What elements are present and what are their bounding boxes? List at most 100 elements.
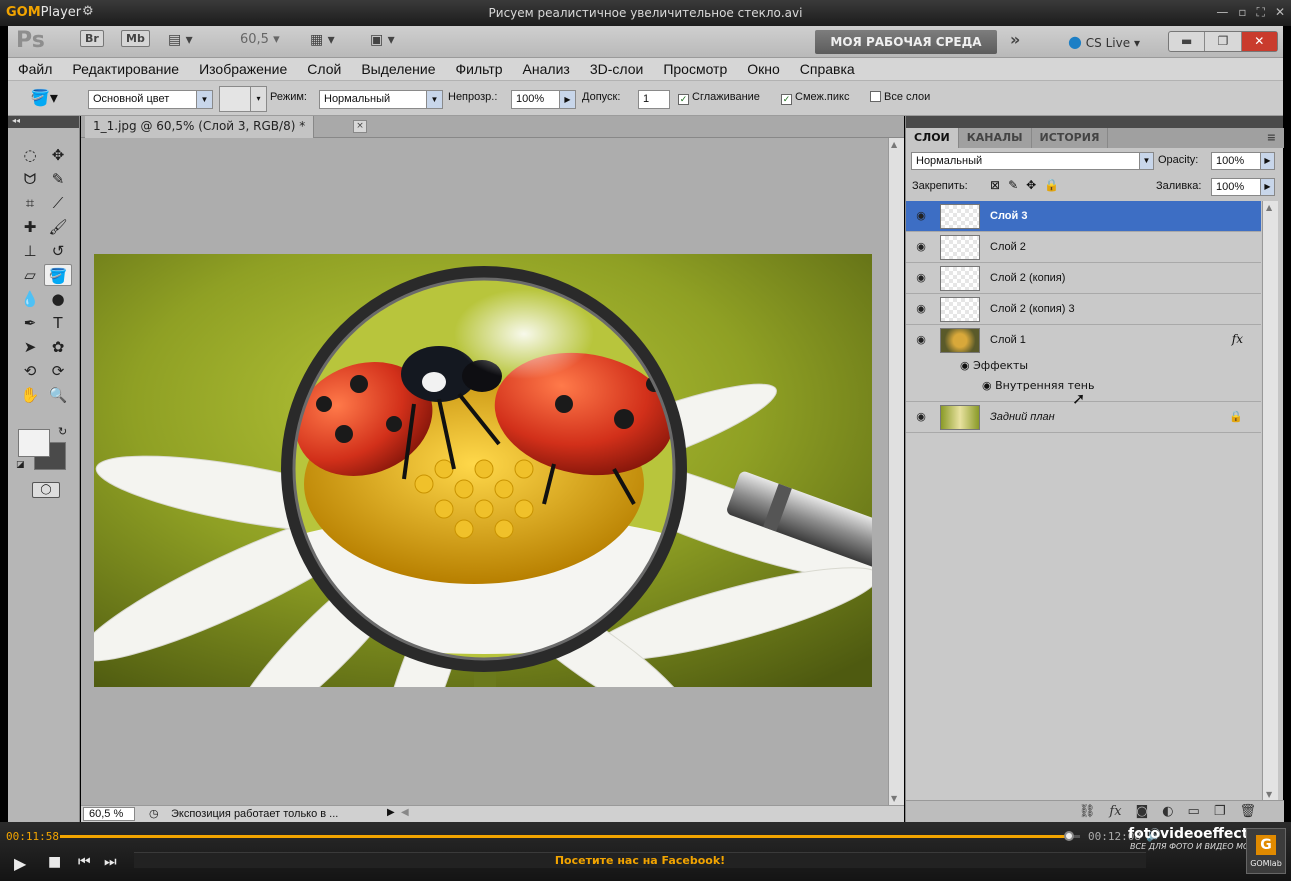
restore-icon[interactable]: ▫ [1238,5,1246,20]
status-info-icon[interactable]: ◷ [149,807,159,820]
lock-position-icon[interactable]: ✥ [1026,178,1044,192]
zoom-tool-icon[interactable]: 🔍 [44,384,72,406]
arrange-documents-icon[interactable]: ▦ ▾ [310,32,335,52]
mode-select[interactable]: Нормальный ▼ [319,90,443,109]
adjustment-layer-icon[interactable]: ◐ [1162,804,1173,819]
zoom-level-dropdown[interactable]: 60,5 ▾ [240,32,280,52]
link-layers-icon[interactable]: ⛓ [1079,804,1096,819]
3d-orbit-tool-icon[interactable]: ⟳ [44,360,72,382]
default-colors-icon[interactable]: ◪ [16,460,25,470]
ps-restore-icon[interactable]: ❐ [1205,32,1242,51]
menu-filter[interactable]: Фильтр [446,61,513,77]
layer-row[interactable]: ◉ Задний план 🔒 [906,402,1261,433]
menu-window[interactable]: Окно [737,61,790,77]
bridge-button[interactable]: Br [80,30,104,52]
new-layer-icon[interactable]: ❐ [1214,804,1226,819]
panel-dock-header[interactable] [906,116,1283,128]
paint-bucket-preset-icon[interactable]: 🪣▾ [30,88,58,108]
next-icon[interactable]: ⏭ [104,854,117,870]
document-tab[interactable]: 1_1.jpg @ 60,5% (Слой 3, RGB/8) * [85,116,315,138]
opacity-field[interactable]: 100% ▶ [511,90,576,109]
clone-stamp-tool-icon[interactable]: ⊥ [16,240,44,262]
menu-view[interactable]: Просмотр [653,61,737,77]
hand-tool-icon[interactable]: ✋ [16,384,44,406]
swap-colors-icon[interactable]: ↻ [58,425,67,438]
contiguous-checkbox[interactable]: ✓ Смеж.пикс [781,91,849,105]
close-document-icon[interactable]: × [353,120,367,133]
move-tool-icon[interactable]: ✥ [44,144,72,166]
lock-all-icon[interactable]: 🔒 [1044,178,1067,192]
lock-pixels-icon[interactable]: ✎ [1008,178,1026,192]
menu-select[interactable]: Выделение [351,61,445,77]
status-zoom-field[interactable]: 60,5 % [83,807,135,821]
ps-close-icon[interactable]: ✕ [1241,32,1277,51]
menu-image[interactable]: Изображение [189,61,297,77]
tab-history[interactable]: ИСТОРИЯ [1032,128,1109,148]
add-mask-icon[interactable]: ◙ [1136,804,1149,819]
menu-file[interactable]: Файл [8,61,62,77]
all-layers-checkbox[interactable]: Все слои [870,91,930,103]
layer-row[interactable]: ◉ Слой 3 [906,201,1261,232]
screen-mode-icon[interactable]: ▣ ▾ [370,32,395,52]
tab-layers[interactable]: СЛОИ [906,128,959,148]
workspace-button[interactable]: МОЯ РАБОЧАЯ СРЕДА [815,30,997,54]
seek-knob[interactable] [1063,831,1074,841]
eye-icon[interactable]: ◉ [912,333,930,347]
tolerance-field[interactable]: 1 [638,90,670,109]
layers-scrollbar[interactable]: ▲ ▼ [1262,201,1278,801]
pattern-picker[interactable]: ▾ [219,86,267,112]
shape-tool-icon[interactable]: ✿ [44,336,72,358]
gomlab-badge[interactable]: G GOMlab [1246,828,1286,874]
quick-select-tool-icon[interactable]: ✎ [44,168,72,190]
facebook-link[interactable]: Посетите нас на Facebook! [134,852,1146,868]
layer-row[interactable]: ◉ Слой 1 fx ◉ Эффекты ◉ Внутренняя тень … [906,325,1261,408]
crop-tool-icon[interactable]: ⌗ [16,192,44,214]
seek-bar[interactable] [60,835,1080,838]
eye-icon[interactable]: ◉ [912,240,930,254]
menu-layer[interactable]: Слой [297,61,351,77]
scroll-left-icon[interactable]: ◀ [401,807,409,818]
mini-bridge-button[interactable]: Mb [121,30,150,52]
paint-bucket-tool-icon[interactable]: 🪣 [44,264,72,286]
quick-mask-icon[interactable]: ◯ [32,482,60,498]
marquee-tool-icon[interactable]: ◌ [16,144,44,166]
fill-source-select[interactable]: Основной цвет ▼ [88,90,213,109]
lasso-tool-icon[interactable]: ᗢ [16,168,44,190]
blend-mode-select[interactable]: Нормальный ▼ [911,152,1154,170]
delete-layer-icon[interactable]: 🗑 [1239,804,1256,819]
fullscreen-icon[interactable]: ⛶ [1257,5,1265,20]
fill-field[interactable]: 100% ▶ [1211,178,1275,196]
panel-menu-icon[interactable]: ≡ [1259,128,1284,148]
more-workspaces-button[interactable]: » [1010,30,1020,49]
pen-tool-icon[interactable]: ✒ [16,312,44,334]
stop-icon[interactable]: ■ [48,854,61,870]
antialias-checkbox[interactable]: ✓ Сглаживание [678,91,760,105]
previous-icon[interactable]: ⏮ [78,854,91,870]
fx-icon[interactable]: fx [1232,332,1243,346]
eye-icon[interactable]: ◉ [912,302,930,316]
dodge-tool-icon[interactable]: ● [44,288,72,310]
eye-icon[interactable]: ◉ [912,271,930,285]
minimize-icon[interactable]: — [1216,5,1228,20]
layer-row[interactable]: ◉ Слой 2 (копия) 3 [906,294,1261,325]
close-icon[interactable]: ✕ [1275,5,1285,20]
document-vertical-scrollbar[interactable]: ▲ ▼ [888,138,904,805]
eye-icon[interactable]: ◉ [912,209,930,223]
lock-transparency-icon[interactable]: ⊠ [990,178,1008,192]
add-style-icon[interactable]: fx [1109,804,1121,819]
path-selection-tool-icon[interactable]: ➤ [16,336,44,358]
canvas-image[interactable] [94,254,872,687]
healing-brush-tool-icon[interactable]: ✚ [16,216,44,238]
history-brush-tool-icon[interactable]: ↺ [44,240,72,262]
eraser-tool-icon[interactable]: ▱ [16,264,44,286]
layer-row[interactable]: ◉ Слой 2 (копия) [906,263,1261,294]
cs-live-button[interactable]: ● CS Live ▾ [1068,32,1140,51]
tab-channels[interactable]: КАНАЛЫ [959,128,1032,148]
menu-help[interactable]: Справка [790,61,865,77]
play-icon[interactable]: ▶ [14,854,26,873]
menu-analysis[interactable]: Анализ [513,61,580,77]
status-menu-arrow-icon[interactable]: ▶ [387,807,395,818]
tools-panel-header[interactable]: ◂◂ [8,116,79,128]
effects-row[interactable]: ◉ Эффекты [960,359,1028,372]
ps-minimize-icon[interactable]: ▬ [1169,32,1206,51]
